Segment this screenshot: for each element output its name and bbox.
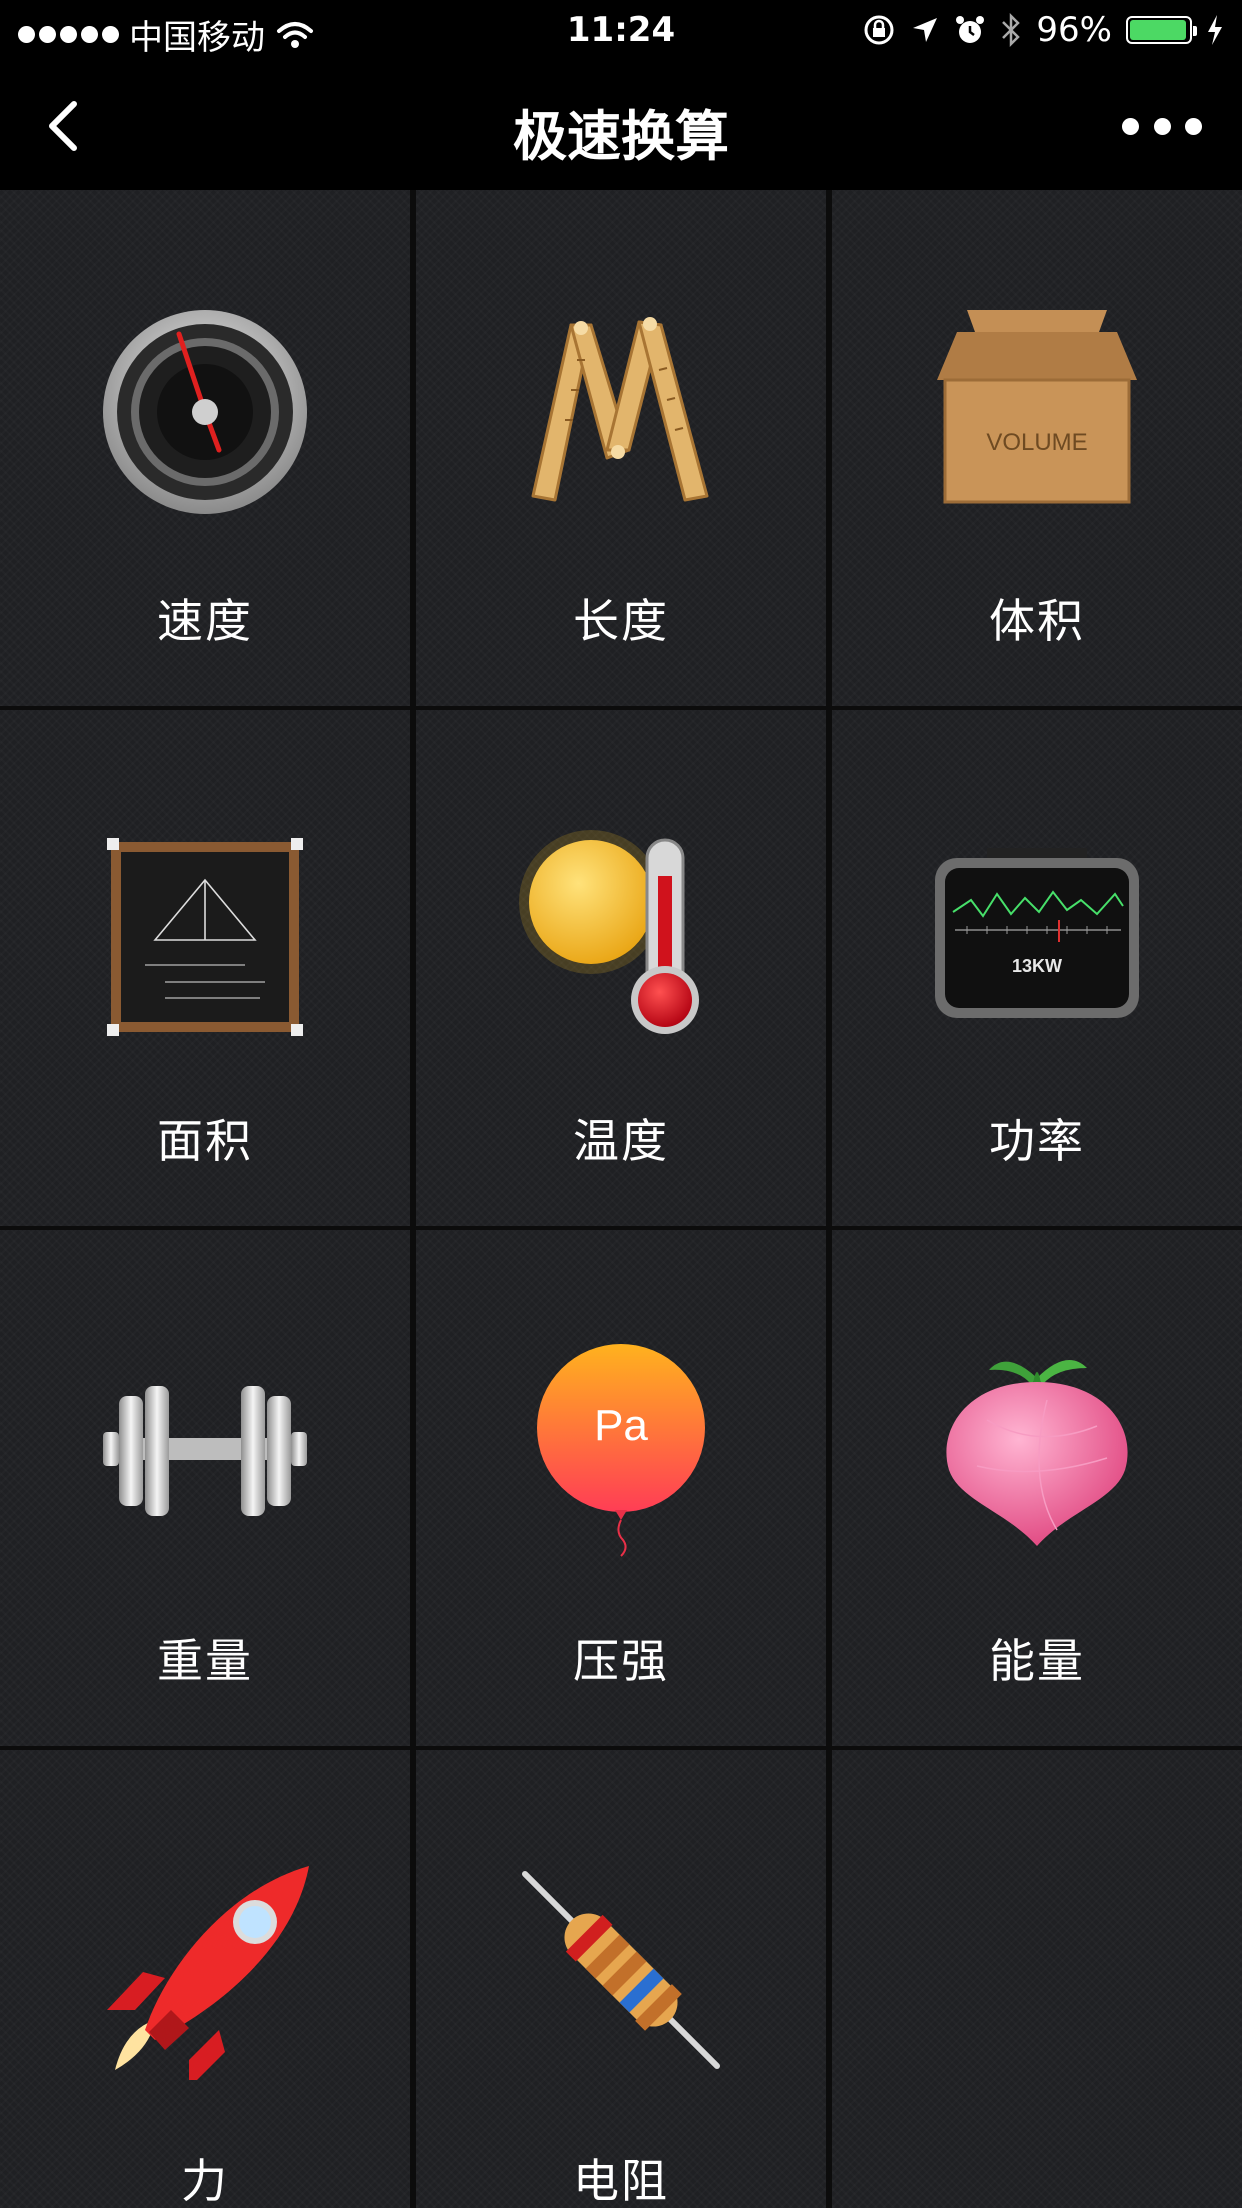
category-volume[interactable]: VOLUME 体积 [832, 190, 1242, 706]
category-label: 功率 [989, 1114, 1085, 1168]
location-arrow-icon [913, 18, 938, 42]
power-meter-icon: 13KW [935, 848, 1139, 1018]
battery-icon [1126, 16, 1197, 44]
category-label: 力 [181, 2154, 229, 2208]
category-label: 温度 [573, 1114, 669, 1168]
category-label: 压强 [573, 1634, 669, 1688]
category-label: 速度 [157, 594, 253, 648]
charging-bolt-icon [1208, 15, 1222, 45]
category-weight[interactable]: 重量 [0, 1230, 410, 1746]
speedometer-icon [103, 310, 307, 514]
resistor-icon [522, 1871, 720, 2069]
category-pressure[interactable]: Pa 压强 [416, 1230, 826, 1746]
alarm-icon [956, 16, 985, 43]
category-energy[interactable]: 能量 [832, 1230, 1242, 1746]
category-label: 重量 [157, 1634, 253, 1688]
wifi-icon [277, 21, 313, 48]
balloon-text: Pa [594, 1401, 648, 1450]
status-bar: 中国移动 11:24 96% [0, 0, 1242, 62]
empty-grid-cell [832, 1750, 1242, 2208]
rocket-icon [107, 1866, 309, 2080]
page-title: 极速换算 [513, 105, 729, 168]
status-left: 中国移动 [18, 10, 315, 59]
signal-dots-icon [18, 26, 119, 43]
navigation-bar: 极速换算 [0, 62, 1242, 190]
category-power[interactable]: 13KW 功率 [832, 710, 1242, 1226]
category-speed[interactable]: 速度 [0, 190, 410, 706]
sun-thermometer-icon [519, 830, 699, 1034]
more-button[interactable] [1122, 104, 1202, 148]
chalkboard-triangle-icon [107, 838, 303, 1036]
battery-percent: 96% [1036, 10, 1112, 50]
category-length[interactable]: 长度 [416, 190, 826, 706]
radish-icon [946, 1360, 1128, 1546]
folding-ruler-icon [531, 317, 709, 502]
category-resistance[interactable]: 电阻 [416, 1750, 826, 2208]
carrier-label: 中国移动 [129, 18, 265, 58]
meter-readout: 13KW [1012, 956, 1062, 976]
category-label: 电阻 [573, 2154, 669, 2208]
category-area[interactable]: 面积 [0, 710, 410, 1226]
chevron-left-icon [49, 101, 77, 151]
rotation-lock-icon [864, 15, 894, 45]
category-label: 面积 [157, 1114, 253, 1168]
category-force[interactable]: 力 [0, 1750, 410, 2208]
back-button[interactable] [40, 94, 100, 158]
category-grid: 速度 长度 VOLUME 体积 面积 温度 13KW 功率 重量 Pa 压强 能… [0, 190, 1242, 2208]
cardboard-box-icon: VOLUME [937, 310, 1137, 504]
category-label: 体积 [989, 594, 1085, 648]
status-right: 96% [862, 10, 1224, 50]
more-dots-icon [1122, 117, 1139, 135]
category-temperature[interactable]: 温度 [416, 710, 826, 1226]
category-label: 能量 [989, 1634, 1085, 1688]
balloon-icon: Pa [537, 1344, 705, 1557]
bluetooth-icon [1002, 13, 1021, 47]
category-label: 长度 [573, 594, 669, 648]
dumbbell-icon [103, 1386, 307, 1516]
box-text: VOLUME [986, 429, 1087, 456]
